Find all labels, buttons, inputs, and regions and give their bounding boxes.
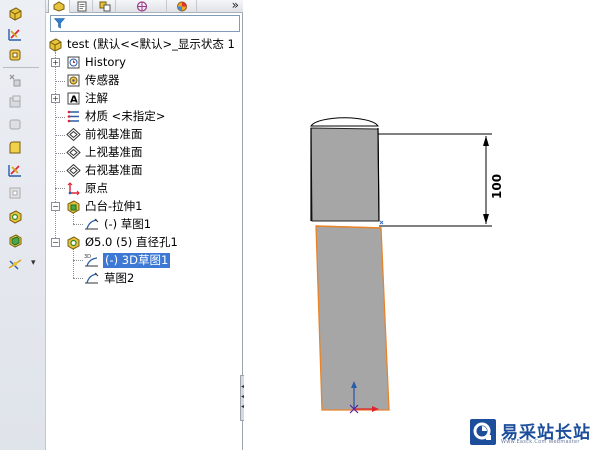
tree-item-material[interactable]: 材质 <未指定> [46,108,243,125]
tree-item-label: 原点 [85,181,108,195]
loft-icon[interactable] [4,70,26,90]
dimension-arrow-icon [483,214,489,224]
rib-icon[interactable] [4,160,26,180]
graphics-area[interactable]: 100 [244,0,600,450]
tree-item-hole[interactable]: − Ø5.0 (5) 直径孔1 [46,234,243,251]
filter-icon [54,18,65,29]
command-toolbar: ▾ [0,0,46,450]
point-marker-icon [379,220,384,225]
cylinder-top-face [310,117,379,127]
boss-body [310,127,380,222]
plane-icon [66,163,81,178]
cut-icon[interactable] [4,114,26,134]
watermark: 易采站长站 Www.Easck.Com Webmaster [466,415,600,450]
tree-item-3d-sketch1[interactable]: 3D (-) 3D草图1 [46,252,243,269]
tree-item-origin[interactable]: 原点 [46,180,243,197]
display-manager-tab[interactable] [167,0,197,13]
hole-wizard-icon [67,236,80,250]
tree-item-label: test (默认<<默认>_显示状态 1 [67,37,235,51]
sketch-icon [85,272,99,284]
watermark-subtitle: Www.Easck.Com Webmaster [501,439,580,445]
tree-item-label: (-) 草图1 [104,217,152,231]
tree-item-label: 前视基准面 [85,127,143,141]
draft-icon[interactable] [4,183,26,203]
sweep-icon[interactable] [4,45,26,65]
expand-toggle-icon[interactable]: + [51,58,60,67]
tree-item-label: 草图2 [104,271,135,285]
tree-item-right-plane[interactable]: 右视基准面 [46,162,243,179]
reference-geometry-icon[interactable] [4,254,26,274]
tree-item-label: (-) 3D草图1 [103,253,171,268]
dimxpert-tab[interactable] [117,0,167,13]
sensor-icon [67,74,80,87]
part-icon [49,38,62,52]
tree-item-label: Ø5.0 (5) 直径孔1 [85,235,178,249]
svg-text:A: A [70,95,78,106]
origin-icon [67,182,80,196]
tree-item-sensors[interactable]: 传感器 [46,72,243,89]
tree-item-boss-extrude[interactable]: − 凸台-拉伸1 [46,198,243,215]
tree-item-front-plane[interactable]: 前视基准面 [46,126,243,143]
hole-body-highlight [315,225,390,411]
dimension-value[interactable]: 100 [490,174,504,199]
tree-item-label: 上视基准面 [85,145,143,159]
extrude-boss-icon[interactable] [4,3,26,23]
tree-item-label: 材质 <未指定> [85,109,166,123]
sketch-icon [85,218,99,230]
filter-input[interactable] [50,15,240,32]
tree-item-label: 注解 [85,91,108,105]
tree-item-label: 凸台-拉伸1 [85,199,143,213]
shell-icon[interactable] [4,230,26,250]
3d-sketch-icon: 3D [84,254,98,267]
configuration-manager-tab[interactable] [94,0,116,13]
plane-icon [66,145,81,160]
history-icon [67,56,80,69]
tree-item-sketch1[interactable]: (-) 草图1 [46,216,243,233]
annotations-icon: A [67,92,80,106]
tree-item-label: 右视基准面 [85,163,143,177]
tree-item-label: 传感器 [85,73,120,87]
feature-manager-panel: » test (默认<<默认>_显示状态 1 + History 传感器 + A… [46,0,243,450]
material-icon [67,110,79,123]
tree-item-history[interactable]: + History [46,54,243,71]
expand-toggle-icon[interactable]: + [51,94,60,103]
tree-item-label: History [85,55,126,69]
collapse-toggle-icon[interactable]: − [51,202,60,211]
extrude-boss-icon [67,200,80,214]
hole-icon[interactable] [4,206,26,226]
tree-item-annotations[interactable]: + A 注解 [46,90,243,107]
property-manager-tab[interactable] [71,0,93,13]
panel-expand-icon[interactable]: » [232,0,239,12]
model-viewport [310,117,492,414]
more-commands-dropdown-icon[interactable]: ▾ [31,258,36,268]
tree-item-root-part[interactable]: test (默认<<默认>_显示状态 1 [46,36,243,53]
boundary-icon[interactable] [4,92,26,112]
collapse-toggle-icon[interactable]: − [51,238,60,247]
feature-manager-tab[interactable] [48,0,70,13]
tree-item-top-plane[interactable]: 上视基准面 [46,144,243,161]
revolve-icon[interactable] [4,24,26,44]
fillet-icon[interactable] [4,137,26,157]
tree-item-sketch2[interactable]: 草图2 [46,270,243,287]
site-logo-icon [470,419,496,445]
panel-tab-bar: » [46,0,243,13]
toolbar-separator [3,67,39,68]
svg-text:3D: 3D [84,254,91,260]
dimension-arrow-icon [483,136,489,146]
plane-icon [66,127,81,142]
